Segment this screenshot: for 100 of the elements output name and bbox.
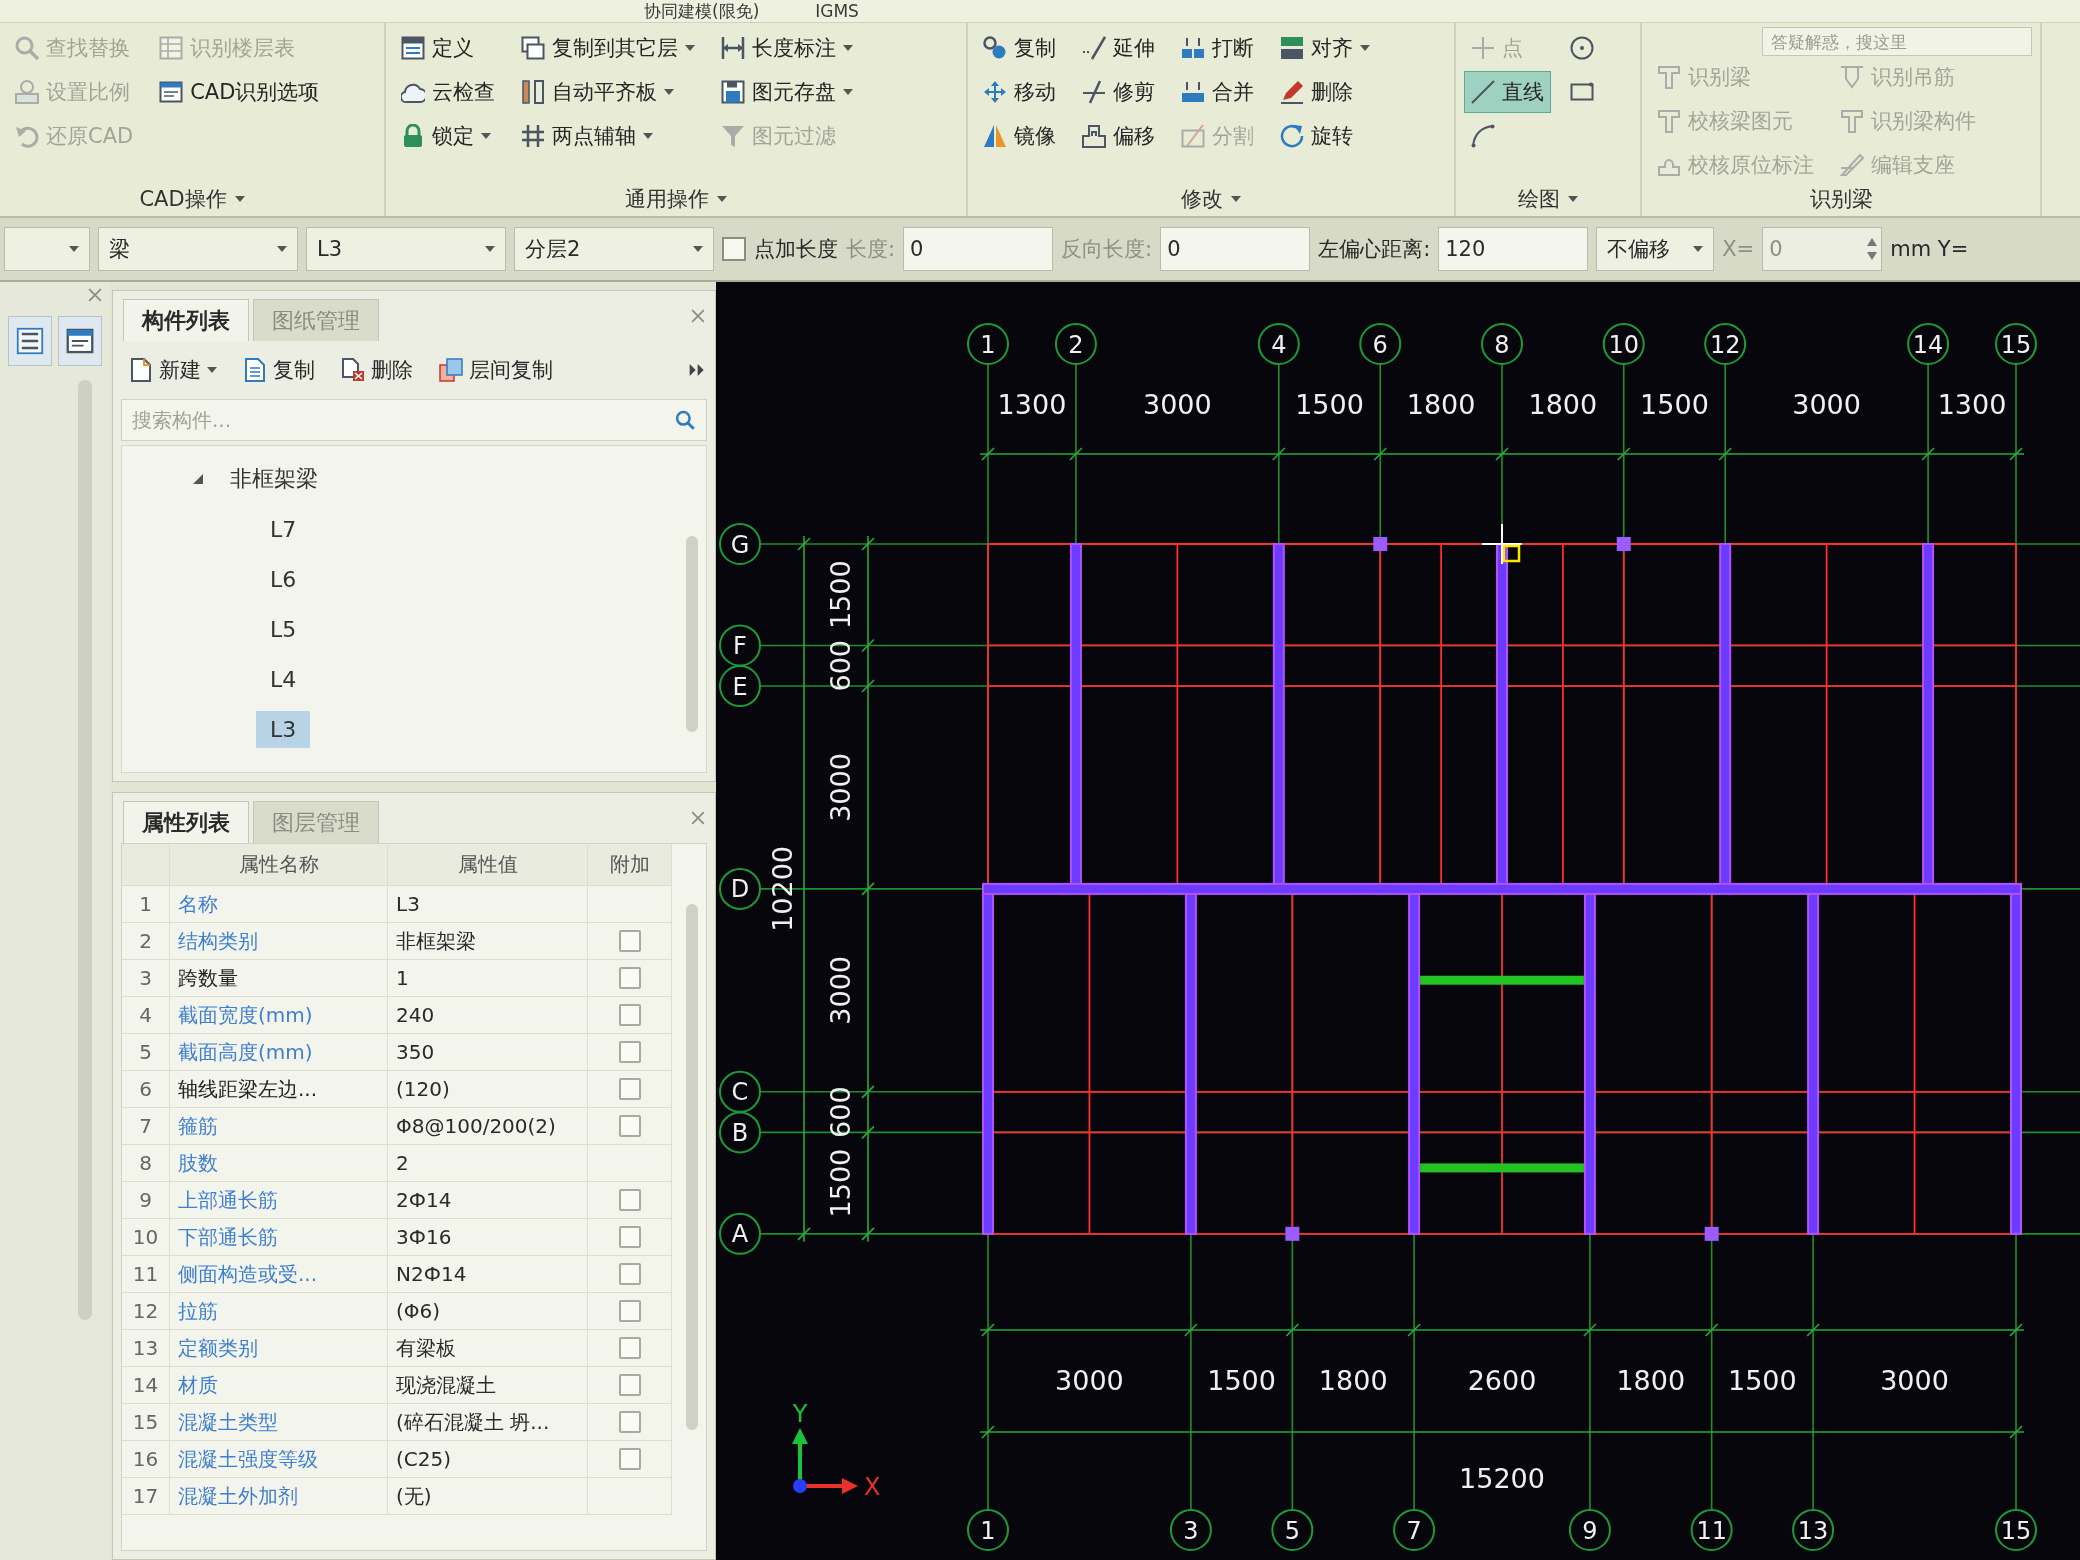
checkbox[interactable] [618, 1411, 641, 1433]
checkbox[interactable] [618, 1189, 641, 1211]
ribbon-button[interactable]: 延伸 [1075, 27, 1162, 69]
checkbox[interactable] [722, 237, 746, 261]
ribbon-button[interactable]: 对齐 [1273, 27, 1377, 69]
ribbon-button[interactable]: 合并 [1174, 71, 1261, 113]
tree-item[interactable]: L7 [256, 510, 311, 548]
ribbon-button[interactable]: 复制到其它层 [514, 27, 702, 69]
group-menu-button[interactable]: 修改 [1177, 186, 1245, 212]
group-menu-button[interactable]: 绘图 [1514, 186, 1582, 212]
scrollbar[interactable] [686, 536, 698, 732]
search-field[interactable]: 答疑解惑，搜这里 [1762, 27, 2032, 56]
close-icon[interactable] [691, 811, 705, 825]
dimension-text: 1500 [1728, 1365, 1797, 1396]
dropdown[interactable]: 不偏移 [1596, 227, 1715, 271]
slashed-box-icon [1181, 124, 1205, 148]
ribbon-button[interactable]: 旋转 [1273, 115, 1377, 157]
checkbox[interactable] [618, 1300, 641, 1322]
caret-icon [664, 89, 674, 95]
dropdown[interactable]: L3 [306, 227, 506, 271]
close-icon[interactable] [691, 309, 705, 323]
close-icon[interactable] [88, 288, 102, 302]
arc-icon [1471, 124, 1495, 148]
search-icon[interactable] [675, 410, 695, 430]
ribbon-tab[interactable]: 协同建模(限免) [644, 1, 760, 21]
ribbon-button[interactable]: 镜像 [976, 115, 1063, 157]
crosshair-cursor-icon [1481, 523, 1523, 565]
ribbon-button[interactable]: 两点辅轴 [514, 115, 702, 157]
input-field[interactable]: 120 [1438, 227, 1589, 271]
property-value: 有梁板 [388, 1330, 588, 1367]
caret-icon [1360, 45, 1370, 51]
group-menu-button[interactable]: CAD操作 [135, 186, 249, 212]
double-chevron-icon[interactable] [689, 362, 705, 378]
ribbon-button[interactable]: CAD识别选项 [152, 71, 327, 113]
dimension-text: 1800 [1406, 389, 1476, 420]
tree-item[interactable]: L3 [256, 710, 311, 748]
checkbox[interactable] [618, 1374, 641, 1396]
tree-item[interactable]: L4 [256, 660, 311, 698]
dropdown[interactable] [4, 227, 90, 271]
document-icon [243, 358, 267, 382]
ribbon-button[interactable]: 打断 [1174, 27, 1261, 69]
toolbar-button[interactable]: 新建 [123, 349, 223, 391]
ribbon-button[interactable]: 定义 [394, 27, 502, 69]
row-number: 17 [122, 1478, 170, 1515]
ribbon-button[interactable]: 云检查 [394, 71, 502, 113]
tree-item[interactable]: L6 [256, 560, 311, 598]
checkbox[interactable] [618, 1041, 641, 1063]
tree-item[interactable]: L5 [256, 610, 311, 648]
tree-item[interactable]: 非框架梁 [216, 458, 332, 500]
checkbox[interactable] [618, 967, 641, 989]
ribbon-tab[interactable]: IGMS [815, 1, 859, 21]
tab[interactable]: 构件列表 [123, 299, 249, 341]
checkbox[interactable] [618, 1448, 641, 1470]
t-beam-icon [1657, 65, 1681, 89]
tab[interactable]: 属性列表 [123, 801, 249, 843]
field-label: 反向长度: [1061, 236, 1153, 263]
ribbon-button[interactable]: 图元存盘 [714, 71, 860, 113]
ribbon-button[interactable]: 移动 [976, 71, 1063, 113]
property-value: 1 [388, 960, 588, 997]
group-label: 识别梁 [1808, 186, 1874, 212]
checkbox[interactable] [618, 1337, 641, 1359]
ribbon-button[interactable]: 删除 [1273, 71, 1377, 113]
ribbon-button[interactable]: 长度标注 [714, 27, 860, 69]
checkbox[interactable] [618, 1226, 641, 1248]
checkbox[interactable] [618, 930, 641, 952]
ribbon-button[interactable]: 锁定 [394, 115, 502, 157]
checkbox[interactable] [618, 1263, 641, 1285]
toolbar-button[interactable]: 层间复制 [433, 349, 559, 391]
view-button[interactable] [58, 316, 102, 366]
triangles-icon [983, 124, 1007, 148]
dimension-text: 3000 [1143, 389, 1212, 420]
move-arrows-icon [983, 80, 1007, 104]
toolbar-button[interactable]: 复制 [237, 349, 321, 391]
ribbon-button[interactable]: 修剪 [1075, 71, 1162, 113]
caret-icon [643, 133, 653, 139]
dropdown[interactable]: 分层2 [514, 227, 714, 271]
dropdown[interactable]: 梁 [98, 227, 298, 271]
magnifier-icon [15, 36, 39, 60]
axis-label: 3 [1169, 1509, 1212, 1551]
ribbon-button[interactable]: 偏移 [1075, 115, 1162, 157]
ribbon-button[interactable]: 自动平齐板 [514, 71, 702, 113]
checkbox[interactable] [618, 1115, 641, 1137]
property-name: 材质 [170, 1367, 388, 1404]
dimension-text: 1800 [1528, 389, 1598, 420]
property-name: 跨数量 [170, 960, 388, 997]
scrollbar[interactable] [686, 904, 698, 1430]
expand-arrow-icon[interactable] [192, 473, 204, 485]
view-button[interactable] [8, 316, 52, 366]
axis-label: 14 [1907, 323, 1950, 365]
scrollbar[interactable] [78, 380, 92, 1320]
caret-icon [1231, 196, 1241, 202]
ribbon-button[interactable]: 复制 [976, 27, 1063, 69]
toolbar-button[interactable]: 删除 [335, 349, 419, 391]
property-name: 混凝土强度等级 [170, 1441, 388, 1478]
ribbon-button[interactable]: 直线 [1464, 71, 1551, 113]
group-menu-button[interactable]: 通用操作 [621, 186, 731, 212]
checkbox[interactable] [618, 1004, 641, 1026]
caret-icon [693, 246, 703, 252]
search-field[interactable]: 搜索构件... [121, 399, 707, 441]
checkbox[interactable] [618, 1078, 641, 1100]
